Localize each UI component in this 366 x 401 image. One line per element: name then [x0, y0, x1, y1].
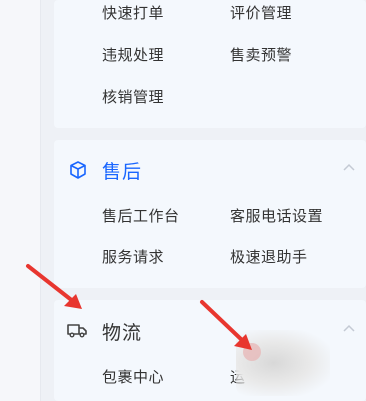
- truck-icon: [67, 324, 87, 338]
- chevron-up-icon[interactable]: [342, 162, 356, 172]
- menu-item-service-phone-settings[interactable]: 客服电话设置: [230, 205, 323, 226]
- menu-item-review-management[interactable]: 评价管理: [230, 2, 292, 23]
- menu-item-quick-print[interactable]: 快速打单: [102, 2, 164, 23]
- menu-group-order-tools: 快速打单 评价管理 违规处理 售卖预警 核销管理: [54, 0, 366, 128]
- aftersale-title: 售后: [102, 161, 143, 183]
- menu-item-aftersale-workbench[interactable]: 售后工作台: [102, 205, 180, 226]
- chevron-up-icon[interactable]: [342, 323, 356, 333]
- obscured-region: [236, 330, 330, 396]
- obscured-region-dot: [243, 343, 261, 361]
- menu-item-service-requests[interactable]: 服务请求: [102, 246, 164, 267]
- cube-icon: [70, 161, 86, 179]
- menu-item-sales-warning[interactable]: 售卖预警: [230, 44, 292, 65]
- logistics-title: 物流: [102, 322, 143, 344]
- aftersale-header[interactable]: 售后: [54, 140, 366, 200]
- sidebar-strip: [0, 0, 41, 401]
- menu-item-violation-handling[interactable]: 违规处理: [102, 44, 164, 65]
- menu-item-package-center[interactable]: 包裹中心: [102, 366, 164, 387]
- menu-group-aftersale: 售后 售后工作台 客服电话设置 服务请求 极速退助手: [54, 140, 366, 288]
- menu-item-fast-refund-assistant[interactable]: 极速退助手: [230, 246, 308, 267]
- menu-item-verification-management[interactable]: 核销管理: [102, 86, 164, 107]
